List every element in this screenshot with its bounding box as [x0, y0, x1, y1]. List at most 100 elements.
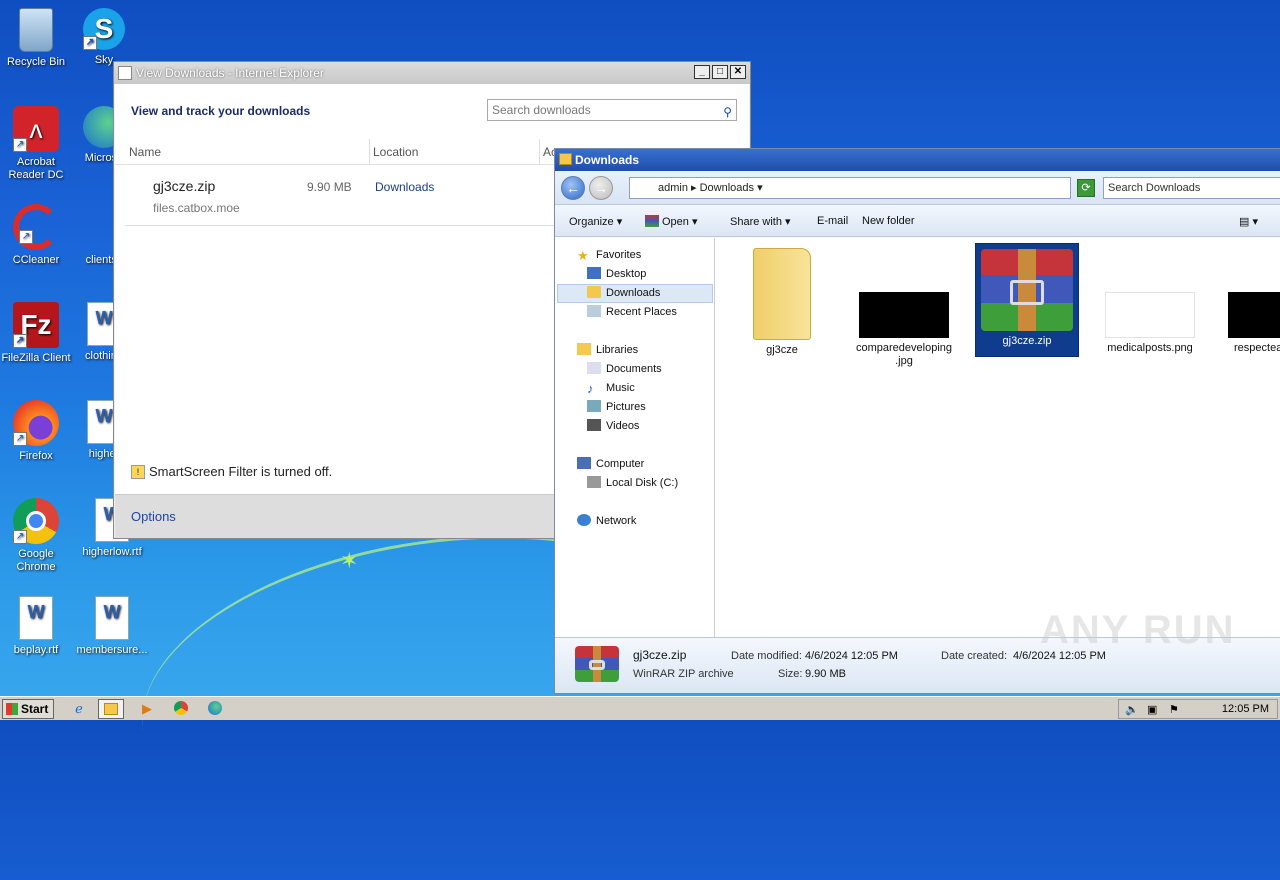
- explorer-title: Downloads: [575, 153, 640, 167]
- desktop-icon-label: Google Chrome: [16, 548, 56, 573]
- recent-places-icon: [587, 305, 601, 317]
- nav-network[interactable]: Network: [577, 514, 636, 527]
- filezilla-icon: Fz ↗: [13, 302, 59, 348]
- details-type: WinRAR ZIP archive: [633, 668, 734, 680]
- nav-desktop[interactable]: Desktop: [587, 267, 646, 280]
- nav-libraries[interactable]: Libraries: [577, 343, 638, 356]
- details-modified-label: Date modified:: [731, 650, 802, 662]
- desktop-icon: [587, 267, 601, 279]
- chevron-right-icon[interactable]: ▸: [691, 182, 700, 194]
- file-name: comparedeveloping .jpg: [855, 342, 952, 367]
- media-player-taskbar-icon[interactable]: ▶: [134, 699, 160, 719]
- search-placeholder: Search downloads: [492, 103, 591, 117]
- command-bar: Organize ▾ Open ▾ Share with ▾ E-mail Ne…: [555, 205, 1280, 237]
- options-link[interactable]: Options: [131, 509, 176, 524]
- nav-recent-places[interactable]: Recent Places: [587, 305, 677, 318]
- nav-favorites[interactable]: ★ Favorites: [577, 248, 641, 263]
- ie-window-title: View Downloads - Internet Explorer: [136, 66, 324, 80]
- start-button[interactable]: Start: [2, 699, 54, 719]
- download-location-link[interactable]: Downloads: [375, 180, 434, 194]
- acrobat-shortcut[interactable]: ᴧ ↗ Acrobat Reader DC: [0, 106, 74, 182]
- desktop-icon-label: CCleaner: [12, 254, 60, 266]
- ccleaner-icon: ↗: [13, 204, 59, 250]
- view-options-icon[interactable]: ▤ ▾: [1239, 215, 1258, 228]
- filezilla-shortcut[interactable]: Fz ↗ FileZilla Client: [0, 302, 74, 365]
- minimize-button[interactable]: _: [694, 65, 710, 79]
- membersure-file[interactable]: W membersure...: [74, 596, 150, 657]
- downloads-heading: View and track your downloads: [131, 104, 311, 118]
- email-button[interactable]: E-mail: [817, 215, 848, 227]
- downloads-folder-icon: [587, 286, 601, 298]
- skype-shortcut[interactable]: S ↗ Sky: [74, 8, 134, 67]
- videos-icon: [587, 419, 601, 431]
- ie-title-bar[interactable]: View Downloads - Internet Explorer _ □ ✕: [114, 62, 750, 84]
- desktop-icon-label: membersure...: [76, 644, 148, 656]
- nav-downloads[interactable]: Downloads: [587, 286, 660, 299]
- new-folder-button[interactable]: New folder: [862, 215, 915, 227]
- star-icon: ★: [577, 248, 589, 263]
- nav-computer[interactable]: Computer: [577, 457, 644, 470]
- back-button[interactable]: ←: [561, 176, 585, 200]
- nav-local-disk[interactable]: Local Disk (C:): [587, 476, 678, 489]
- beplay-file[interactable]: W beplay.rtf: [0, 596, 74, 657]
- flag-icon[interactable]: ⚑: [1169, 703, 1179, 716]
- explorer-title-bar[interactable]: Downloads: [555, 149, 1280, 171]
- open-button[interactable]: Open ▾: [645, 215, 698, 228]
- file-item[interactable]: gj3cze: [730, 248, 834, 357]
- ccleaner-shortcut[interactable]: ↗ CCleaner: [0, 204, 74, 267]
- details-filename: gj3cze.zip: [633, 648, 687, 662]
- name-column-header[interactable]: Name: [129, 145, 161, 159]
- maximize-button[interactable]: □: [712, 65, 728, 79]
- clock[interactable]: 12:05 PM: [1222, 703, 1269, 715]
- chrome-shortcut[interactable]: ↗ Google Chrome: [0, 498, 74, 574]
- trash-icon: [19, 8, 53, 52]
- close-button[interactable]: ✕: [730, 65, 746, 79]
- details-modified-value: 4/6/2024 12:05 PM: [805, 650, 898, 662]
- desktop-icon-label: Recycle Bin: [6, 56, 66, 68]
- details-size-value: 9.90 MB: [805, 668, 846, 680]
- file-item[interactable]: comparedeveloping .jpg: [852, 248, 956, 368]
- file-item-selected[interactable]: gj3cze.zip: [975, 243, 1079, 357]
- open-icon: [645, 215, 659, 227]
- volume-icon[interactable]: 🔈: [1125, 703, 1139, 716]
- computer-icon: [577, 457, 591, 469]
- file-name: gj3cze: [766, 344, 798, 356]
- taskbar: Start ℯ ▶ 🔈 ▣ ⚑ 12:05 PM: [0, 696, 1280, 720]
- nav-music[interactable]: ♪ Music: [587, 381, 635, 396]
- network-icon[interactable]: ▣: [1147, 703, 1157, 716]
- desktop-icon-label: FileZilla Client: [1, 352, 71, 364]
- nav-videos[interactable]: Videos: [587, 419, 639, 432]
- search-icon[interactable]: ⚲: [723, 102, 732, 122]
- refresh-icon[interactable]: ⟳: [1077, 179, 1095, 197]
- pictures-icon: [587, 400, 601, 412]
- file-item[interactable]: medicalposts.png: [1098, 248, 1202, 355]
- breadcrumb-admin[interactable]: admin: [658, 182, 688, 194]
- desktop-icon-label: higherlow.rtf: [82, 546, 142, 558]
- explorer-taskbar-icon[interactable]: [98, 699, 124, 719]
- firefox-shortcut[interactable]: ↗ Firefox: [0, 400, 74, 463]
- address-bar[interactable]: admin ▸ Downloads ▾: [629, 177, 1071, 199]
- forward-button[interactable]: →: [589, 176, 613, 200]
- organize-button[interactable]: Organize ▾: [569, 215, 622, 228]
- chevron-down-icon[interactable]: ▾: [757, 182, 763, 194]
- recycle-bin-icon[interactable]: Recycle Bin: [0, 8, 74, 69]
- share-with-button[interactable]: Share with ▾: [730, 215, 791, 228]
- edge-taskbar-icon[interactable]: [202, 699, 228, 719]
- download-source: files.catbox.moe: [153, 201, 240, 215]
- desktop-icon-label: Sky: [94, 54, 114, 66]
- smartscreen-status: ! SmartScreen Filter is turned off.: [131, 464, 332, 479]
- file-item[interactable]: respectea: [1220, 248, 1280, 355]
- breadcrumb-downloads[interactable]: Downloads: [700, 182, 754, 194]
- file-name: medicalposts.png: [1107, 342, 1193, 354]
- wallpaper-star: ✶: [340, 548, 359, 573]
- search-downloads-field[interactable]: Search Downloads: [1103, 177, 1280, 199]
- download-row[interactable]: gj3cze.zip files.catbox.moe 9.90 MB Down…: [125, 170, 555, 226]
- nav-pictures[interactable]: Pictures: [587, 400, 646, 413]
- nav-documents[interactable]: Documents: [587, 362, 662, 375]
- search-downloads-input[interactable]: Search downloads ⚲: [487, 99, 737, 121]
- location-column-header[interactable]: Location: [373, 145, 418, 159]
- chrome-taskbar-icon[interactable]: [168, 699, 194, 719]
- download-filename: gj3cze.zip: [153, 178, 216, 194]
- ie-taskbar-icon[interactable]: ℯ: [66, 699, 92, 719]
- details-size-label: Size:: [778, 668, 803, 680]
